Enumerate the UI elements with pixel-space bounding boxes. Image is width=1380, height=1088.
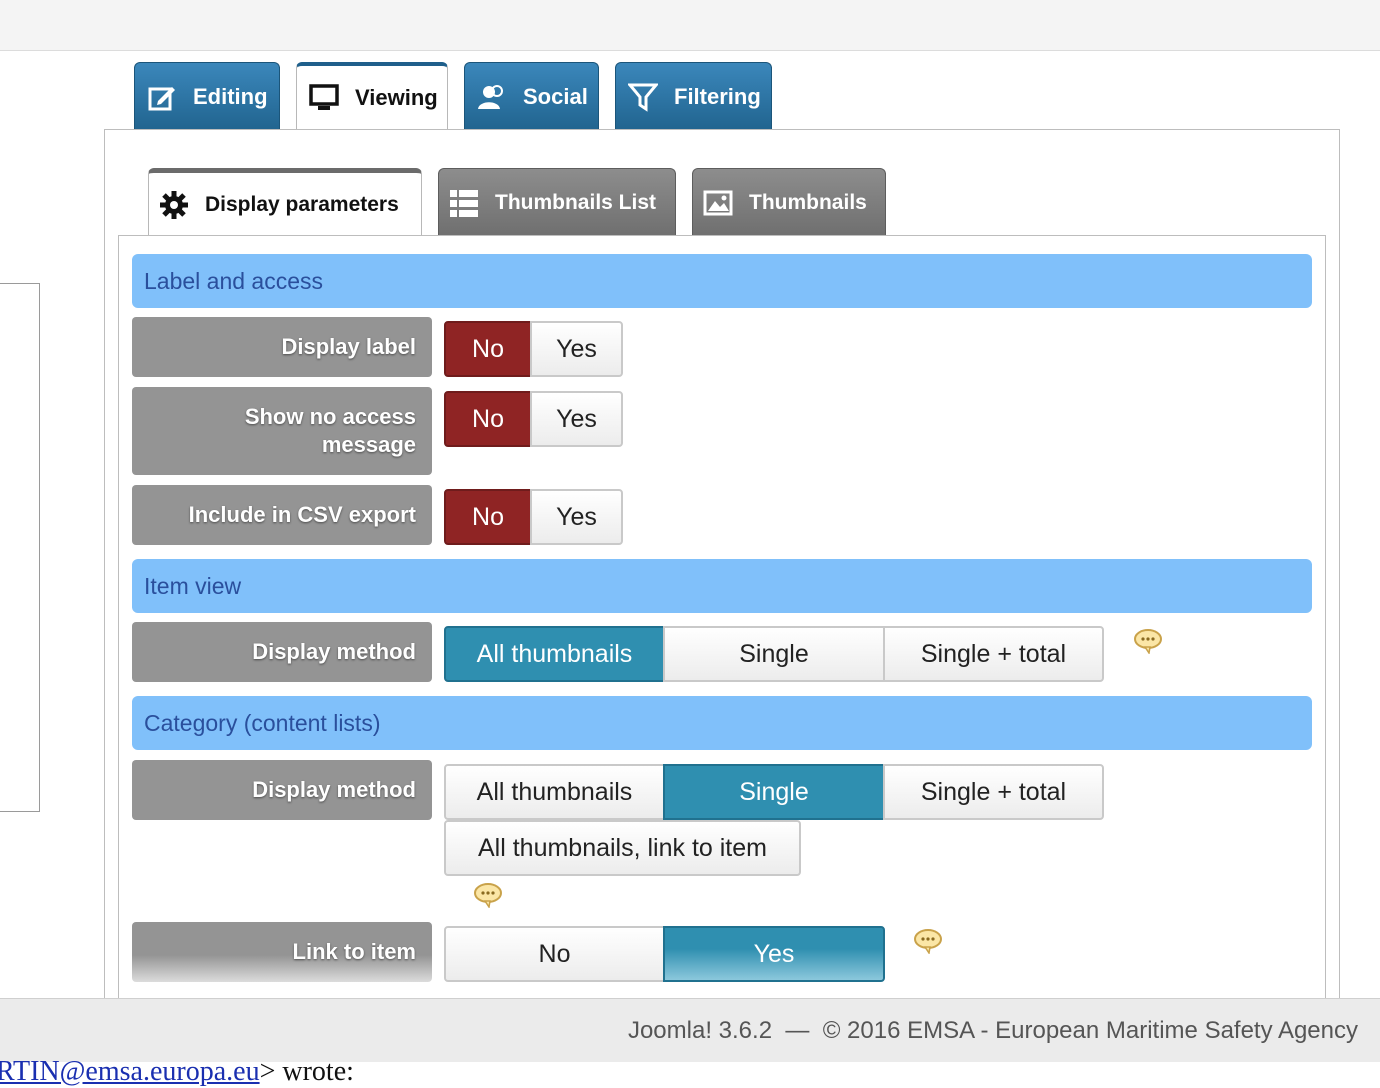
email-wrote-text: > wrote: (259, 1056, 354, 1087)
csv-export-no-text: No (472, 502, 504, 531)
edit-icon (147, 82, 177, 112)
csv-export-yes-text: Yes (556, 502, 597, 531)
section-item-view-title: Item view (144, 572, 242, 599)
link-to-item-no-text: No (538, 939, 571, 968)
display-label-no-button[interactable]: No (444, 321, 532, 377)
csv-export-text: Include in CSV export (188, 502, 416, 527)
tab-thumbnails-list-label: Thumbnails List (495, 190, 657, 214)
tab-thumbnails[interactable]: Thumbnails (692, 168, 886, 236)
footer: Joomla! 3.6.2 — © 2016 EMSA - European M… (0, 998, 1380, 1062)
tab-social[interactable]: Social (464, 62, 599, 130)
display-label-field-label: Display label (132, 317, 432, 377)
tab-editing-label: Editing (193, 83, 268, 109)
section-category-title: Category (content lists) (144, 709, 381, 736)
item-single-text: Single (739, 639, 809, 668)
display-label-yes-button[interactable]: Yes (530, 321, 623, 377)
display-label-text: Display label (281, 334, 416, 359)
tab-editing[interactable]: Editing (134, 62, 280, 130)
email-link[interactable]: RTIN@emsa.europa.eu (0, 1056, 260, 1087)
section-category: Category (content lists) (132, 696, 1312, 750)
category-single-text: Single (739, 777, 809, 806)
comment-bubble-icon[interactable] (473, 882, 503, 908)
category-display-method-text: Display method (252, 777, 416, 802)
gear-icon (159, 190, 189, 220)
category-single-button[interactable]: Single (663, 764, 885, 820)
no-access-yes-text: Yes (556, 404, 597, 433)
tab-viewing-label: Viewing (355, 85, 438, 110)
no-access-no-button[interactable]: No (444, 391, 532, 447)
link-to-item-field-label: Link to item (132, 922, 432, 982)
csv-export-no-button[interactable]: No (444, 489, 532, 545)
section-item-view: Item view (132, 559, 1312, 613)
link-to-item-text: Link to item (292, 939, 416, 964)
background-email-line: RTIN@emsa.europa.eu> wrote: (0, 1056, 354, 1088)
tab-viewing[interactable]: Viewing (296, 62, 448, 130)
window-top-bar (0, 0, 1380, 51)
csv-export-yes-button[interactable]: Yes (530, 489, 623, 545)
csv-export-field-label: Include in CSV export (132, 485, 432, 545)
no-access-no-text: No (472, 404, 504, 433)
tab-thumbnails-label: Thumbnails (749, 190, 867, 214)
no-access-field-label: Show no access message (132, 387, 432, 475)
tab-social-label: Social (523, 83, 588, 109)
item-all-thumbnails-text: All thumbnails (476, 639, 633, 668)
left-side-panel (0, 283, 40, 812)
category-all-thumbnails-link-button[interactable]: All thumbnails, link to item (444, 820, 801, 876)
item-display-method-text: Display method (252, 639, 416, 664)
filter-icon (628, 82, 658, 112)
no-access-yes-button[interactable]: Yes (530, 391, 623, 447)
tab-display-parameters-label: Display parameters (205, 192, 399, 216)
category-all-thumbnails-link-text: All thumbnails, link to item (477, 833, 767, 862)
comment-bubble-icon[interactable] (913, 928, 943, 954)
display-label-yes-text: Yes (556, 334, 597, 363)
item-single-total-text: Single + total (920, 639, 1067, 668)
category-single-total-text: Single + total (920, 777, 1067, 806)
tab-thumbnails-list[interactable]: Thumbnails List (438, 168, 676, 236)
footer-text: Joomla! 3.6.2 — © 2016 EMSA - European M… (627, 1016, 1358, 1044)
item-single-total-button[interactable]: Single + total (883, 626, 1104, 682)
link-to-item-yes-text: Yes (753, 939, 795, 968)
image-icon (703, 188, 733, 218)
category-all-thumbnails-text: All thumbnails (476, 777, 633, 806)
tab-display-parameters[interactable]: Display parameters (148, 168, 422, 236)
tab-filtering-label: Filtering (674, 83, 761, 109)
monitor-icon (309, 83, 339, 113)
category-display-method-field-label: Display method (132, 760, 432, 820)
display-label-no-text: No (472, 334, 504, 363)
link-to-item-yes-button[interactable]: Yes (663, 926, 885, 982)
category-single-total-button[interactable]: Single + total (883, 764, 1104, 820)
section-label-and-access-title: Label and access (144, 267, 324, 294)
section-label-and-access: Label and access (132, 254, 1312, 308)
category-all-thumbnails-button[interactable]: All thumbnails (444, 764, 665, 820)
comment-bubble-icon[interactable] (1133, 628, 1163, 654)
no-access-text: Show no access message (244, 404, 416, 457)
list-icon (449, 188, 479, 218)
item-all-thumbnails-button[interactable]: All thumbnails (444, 626, 665, 682)
tab-filtering[interactable]: Filtering (615, 62, 772, 130)
link-to-item-no-button[interactable]: No (444, 926, 665, 982)
item-single-button[interactable]: Single (663, 626, 885, 682)
item-display-method-field-label: Display method (132, 622, 432, 682)
users-icon (477, 82, 507, 112)
